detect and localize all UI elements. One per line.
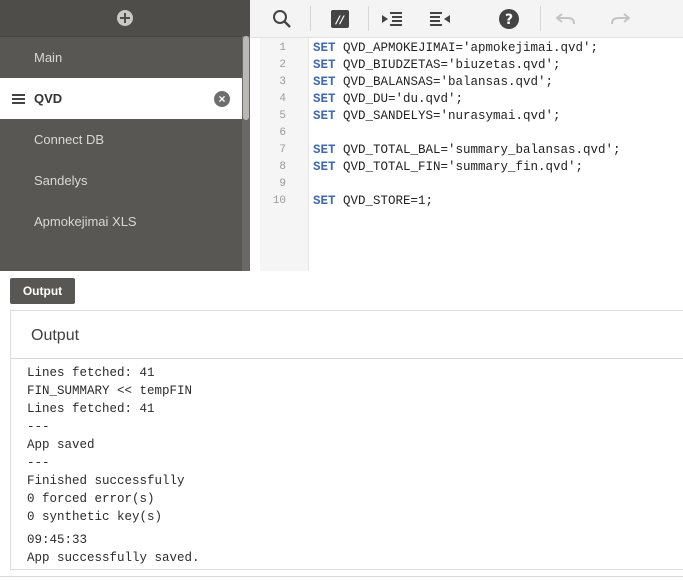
output-log-line: 09:45:33 <box>27 533 88 547</box>
output-log-line: 0 synthetic key(s) <box>27 510 163 524</box>
section-label: Sandelys <box>34 173 88 188</box>
keyword: SET <box>313 109 336 123</box>
keyword: SET <box>313 92 336 106</box>
code-text: QVD_APMOKEJIMAI='apmokejimai.qvd'; <box>335 41 599 55</box>
code-line: SET QVD_TOTAL_FIN='summary_fin.qvd'; <box>313 160 583 174</box>
drag-handle-icon[interactable] <box>12 93 25 104</box>
svg-text://: // <box>334 13 345 26</box>
code-line: SET QVD_BALANSAS='balansas.qvd'; <box>313 75 553 89</box>
output-tab-label: Output <box>22 284 63 298</box>
line-number: 8 <box>279 161 286 173</box>
keyword: SET <box>313 194 336 208</box>
code-text: QVD_SANDELYS='nurasymai.qvd'; <box>335 109 561 123</box>
output-log-line: 0 forced error(s) <box>27 492 155 506</box>
line-number: 4 <box>279 93 286 105</box>
undo-icon[interactable] <box>546 0 586 37</box>
outdent-icon[interactable] <box>420 0 460 37</box>
output-log-line: Lines fetched: 41 <box>27 402 155 416</box>
line-number: 7 <box>279 144 286 156</box>
output-log-line: --- <box>27 456 50 470</box>
sidebar-scrollbar[interactable] <box>242 36 250 271</box>
code-text: QVD_STORE=1; <box>335 194 434 208</box>
scrollbar-thumb[interactable] <box>243 36 249 120</box>
script-editor[interactable]: 1 SET QVD_APMOKEJIMAI='apmokejimai.qvd'; 2… <box>260 38 683 271</box>
section-label: Connect DB <box>34 132 105 147</box>
output-log-line: Lines fetched: 41 <box>27 366 155 380</box>
section-label: Main <box>34 50 63 65</box>
line-number: 2 <box>279 59 286 71</box>
section-label: QVD <box>34 91 63 106</box>
section-item-sandelys[interactable]: Sandelys <box>0 160 250 201</box>
editor-toolbar: // ? <box>250 0 683 38</box>
line-number: 9 <box>279 178 286 190</box>
code-text: QVD_BIUDZETAS='biuzetas.qvd'; <box>335 58 561 72</box>
line-number: 1 <box>279 42 286 54</box>
output-log-line: FIN_SUMMARY << tempFIN <box>27 384 193 398</box>
keyword: SET <box>313 75 336 89</box>
code-line: SET QVD_TOTAL_BAL='summary_balansas.qvd'… <box>313 143 621 157</box>
keyword: SET <box>313 143 336 157</box>
add-section-icon[interactable] <box>117 10 133 26</box>
section-label: Apmokejimai XLS <box>34 214 137 229</box>
indent-icon[interactable] <box>372 0 412 37</box>
output-log-line: --- <box>27 420 50 434</box>
help-icon[interactable]: ? <box>489 0 529 37</box>
keyword: SET <box>313 58 336 72</box>
output-log-line: App successfully saved. <box>27 551 200 565</box>
remove-section-icon[interactable]: × <box>214 90 230 107</box>
code-text: QVD_TOTAL_FIN='summary_fin.qvd'; <box>335 160 584 174</box>
code-line: SET QVD_BIUDZETAS='biuzetas.qvd'; <box>313 58 561 72</box>
code-line: SET QVD_DU='du.qvd'; <box>313 92 463 106</box>
add-section-bar <box>0 0 250 37</box>
line-number: 3 <box>279 76 286 88</box>
code-text: QVD_DU='du.qvd'; <box>335 92 464 106</box>
line-number: 6 <box>279 127 286 139</box>
code-line: SET QVD_SANDELYS='nurasymai.qvd'; <box>313 109 561 123</box>
search-icon[interactable] <box>262 0 302 37</box>
comment-icon[interactable]: // <box>320 0 360 37</box>
code-text: QVD_TOTAL_BAL='summary_balansas.qvd'; <box>335 143 621 157</box>
output-divider <box>11 358 683 359</box>
code-text: QVD_BALANSAS='balansas.qvd'; <box>335 75 554 89</box>
line-number: 10 <box>272 195 286 207</box>
section-item-qvd[interactable]: QVD × <box>0 78 242 119</box>
output-panel: Output Lines fetched: 41 FIN_SUMMARY << t… <box>10 310 683 570</box>
output-log-line: Finished successfully <box>27 474 185 488</box>
section-item-connect-db[interactable]: Connect DB <box>0 119 250 160</box>
output-log-line: App saved <box>27 438 95 452</box>
section-item-main[interactable]: Main <box>0 37 250 78</box>
keyword: SET <box>313 41 336 55</box>
line-number: 5 <box>279 110 286 122</box>
code-line: SET QVD_STORE=1; <box>313 194 433 208</box>
svg-text:?: ? <box>505 12 513 28</box>
redo-icon[interactable] <box>600 0 640 37</box>
code-line: SET QVD_APMOKEJIMAI='apmokejimai.qvd'; <box>313 41 598 55</box>
output-tab-button[interactable]: Output <box>10 278 75 304</box>
keyword: SET <box>313 160 336 174</box>
section-item-apmokejimai-xls[interactable]: Apmokejimai XLS <box>0 201 250 242</box>
output-title: Output <box>31 327 80 344</box>
section-sidebar: Main QVD × Connect DB Sandelys Apmokejim… <box>0 0 250 271</box>
